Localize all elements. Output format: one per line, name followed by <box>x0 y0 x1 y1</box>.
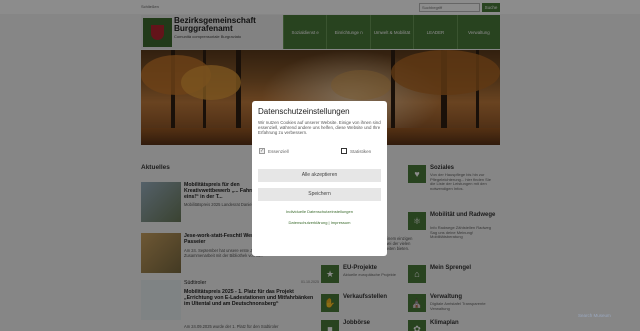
essential-label: Essenziell <box>268 148 289 154</box>
essential-option: ✓ Essenziell <box>259 148 289 154</box>
statistics-label[interactable]: Statistiken <box>350 149 371 154</box>
dialog-title: Datenschutzeinstellungen <box>258 107 350 116</box>
watermark: Search Museum <box>578 313 611 318</box>
accept-all-button[interactable]: Alle akzeptieren <box>258 169 381 182</box>
statistics-option[interactable]: Statistiken <box>341 148 371 154</box>
individual-settings-link[interactable]: Individuelle Datenschutzeinstellungen <box>252 209 387 214</box>
save-button[interactable]: Speichern <box>258 188 381 201</box>
statistics-checkbox[interactable] <box>341 148 347 154</box>
privacy-settings-dialog: Datenschutzeinstellungen Wir nutzen Cook… <box>252 101 387 256</box>
footer-links[interactable]: Datenschutzerklärung | Impressum <box>252 220 387 225</box>
dialog-description: Wir nutzen Cookies auf unserer Website. … <box>258 120 381 136</box>
essential-checkbox[interactable]: ✓ <box>259 148 265 154</box>
